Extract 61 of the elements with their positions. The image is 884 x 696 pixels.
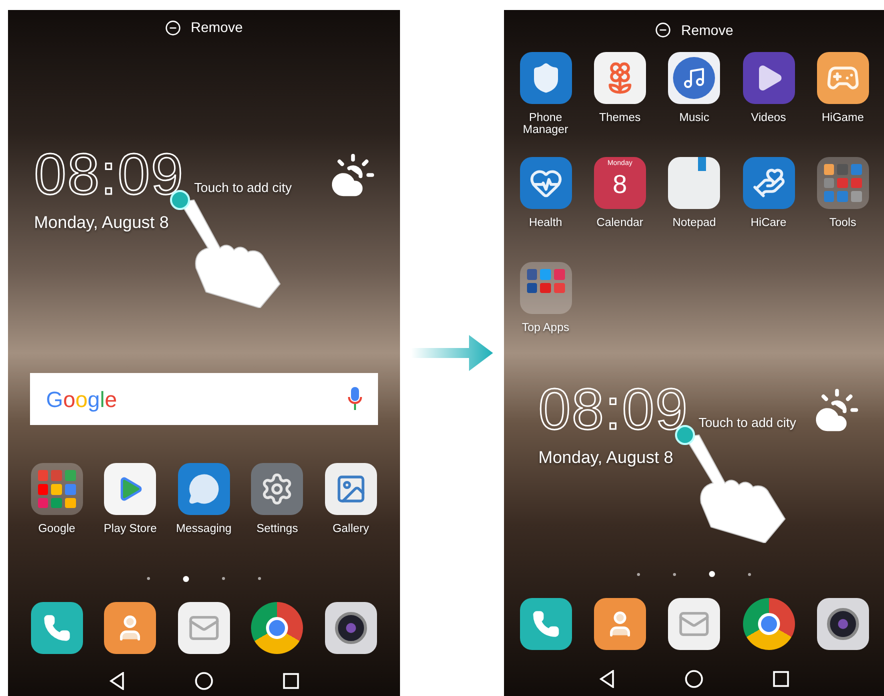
home-button[interactable]	[685, 670, 704, 688]
app-label: Music	[678, 112, 710, 124]
remove-button[interactable]: Remove	[164, 17, 243, 38]
music-note-icon[interactable]	[668, 52, 720, 104]
heart-hand-icon[interactable]	[742, 157, 795, 209]
heart-pulse-icon[interactable]	[520, 157, 572, 209]
flower-icon[interactable]	[594, 52, 646, 104]
shopping-bag-icon[interactable]	[104, 463, 156, 516]
app-label: Notepad	[671, 217, 717, 229]
app-label: Videos	[750, 112, 787, 124]
app-label: Health	[528, 217, 564, 229]
app-label: Phone Manager	[522, 112, 570, 136]
app-label: Play Store	[102, 523, 158, 536]
minus-circle-icon	[655, 22, 672, 38]
app-label: Themes	[598, 112, 642, 124]
camera-icon[interactable]	[816, 598, 869, 650]
chat-bubble-icon[interactable]	[178, 463, 230, 516]
minus-circle-icon	[164, 20, 181, 36]
envelope-icon[interactable]	[668, 598, 720, 650]
folder-icon[interactable]	[816, 157, 869, 209]
app-label: Gallery	[332, 523, 370, 536]
back-button[interactable]	[599, 670, 616, 688]
clock-date: Monday, August 8	[34, 212, 170, 234]
microphone-icon[interactable]	[348, 387, 362, 412]
add-city-hint[interactable]: Touch to add city	[698, 415, 796, 430]
notepad-icon[interactable]	[668, 157, 720, 209]
clock-time[interactable]: 08:09	[34, 146, 184, 204]
calendar-date: 8	[612, 171, 628, 197]
envelope-icon[interactable]	[178, 602, 230, 654]
back-button[interactable]	[108, 672, 125, 690]
remove-button[interactable]: Remove	[655, 20, 734, 40]
app-label: Tools	[828, 217, 858, 229]
clock-time[interactable]: 08:09	[538, 381, 689, 439]
home-button[interactable]	[194, 672, 213, 690]
phone-icon[interactable]	[520, 598, 572, 650]
app-label: Top Apps	[520, 322, 570, 334]
contact-icon[interactable]	[594, 598, 646, 650]
app-label: Messaging	[174, 523, 233, 536]
add-city-hint[interactable]: Touch to add city	[194, 180, 292, 195]
contact-icon[interactable]	[104, 602, 156, 654]
app-label: HiCare	[750, 217, 788, 229]
recents-button[interactable]	[773, 671, 790, 687]
play-icon[interactable]	[742, 52, 795, 104]
camera-icon[interactable]	[324, 602, 377, 654]
shield-icon[interactable]	[520, 52, 572, 104]
right-arrow-icon	[410, 333, 493, 373]
folder-icon[interactable]	[30, 463, 83, 516]
gamepad-icon[interactable]	[816, 52, 869, 104]
weather-icon[interactable]	[330, 152, 376, 198]
weather-icon[interactable]	[814, 387, 860, 433]
app-label: Settings	[255, 523, 300, 536]
search-bar[interactable]: Google	[30, 373, 378, 426]
gear-icon[interactable]	[251, 463, 304, 516]
app-label: Google	[37, 523, 76, 536]
app-label: Calendar	[596, 217, 644, 229]
clock-date: Monday, August 8	[538, 447, 674, 469]
google-logo: Google	[46, 386, 118, 414]
picture-icon[interactable]	[324, 463, 377, 516]
phone-icon[interactable]	[30, 602, 83, 654]
app-label: HiGame	[820, 112, 865, 124]
recents-button[interactable]	[282, 672, 299, 689]
